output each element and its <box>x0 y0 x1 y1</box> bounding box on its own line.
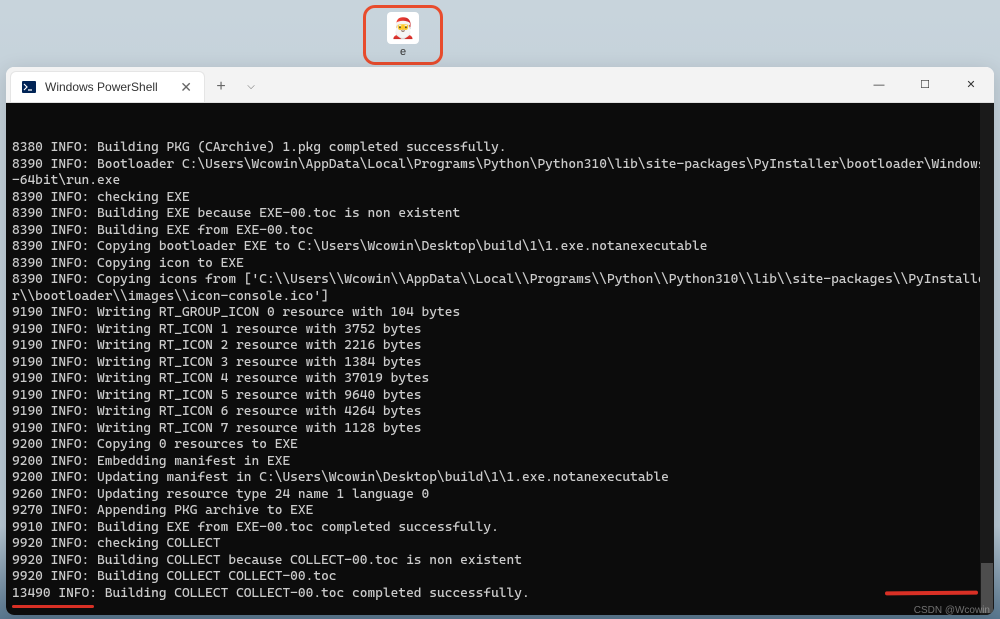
minimize-button[interactable]: — <box>856 67 902 102</box>
annotation-underline-2 <box>885 591 978 596</box>
icon-image: 🎅 <box>391 16 416 41</box>
terminal-line: 8390 INFO: Copying bootloader EXE to C:\… <box>12 239 988 256</box>
scrollbar-track[interactable] <box>980 103 994 615</box>
terminal-line: 9190 INFO: Writing RT_ICON 5 resource wi… <box>12 388 988 405</box>
tab-powershell[interactable]: Windows PowerShell ✕ <box>10 71 205 102</box>
desktop-icon-highlight: 🎅 e <box>363 5 443 65</box>
maximize-button[interactable]: ☐ <box>902 67 948 102</box>
terminal-line: 9920 INFO: Building COLLECT COLLECT-00.t… <box>12 569 988 586</box>
title-bar: Windows PowerShell ✕ + ⌵ — ☐ ✕ <box>6 67 994 103</box>
tab-close-icon[interactable]: ✕ <box>176 79 196 96</box>
terminal-line: 13490 INFO: Building COLLECT COLLECT-00.… <box>12 586 988 603</box>
terminal-line: 8390 INFO: Building EXE from EXE-00.toc <box>12 223 988 240</box>
terminal-line: 8390 INFO: Bootloader C:\Users\Wcowin\Ap… <box>12 157 988 190</box>
terminal-line: 9190 INFO: Writing RT_ICON 3 resource wi… <box>12 355 988 372</box>
terminal-line: 9200 INFO: Copying 0 resources to EXE <box>12 437 988 454</box>
terminal-content[interactable]: 8380 INFO: Building PKG (CArchive) 1.pkg… <box>6 103 994 615</box>
terminal-line: 9200 INFO: Updating manifest in C:\Users… <box>12 470 988 487</box>
annotation-underline-1 <box>12 605 94 608</box>
terminal-line: 9200 INFO: Embedding manifest in EXE <box>12 454 988 471</box>
terminal-line: 8390 INFO: Copying icon to EXE <box>12 256 988 273</box>
terminal-line: 8390 INFO: checking EXE <box>12 190 988 207</box>
new-tab-button[interactable]: + <box>205 71 237 102</box>
terminal-line: 8390 INFO: Copying icons from ['C:\\User… <box>12 272 988 305</box>
tab-title: Windows PowerShell <box>45 80 168 94</box>
terminal-line: 9270 INFO: Appending PKG archive to EXE <box>12 503 988 520</box>
terminal-line: 9920 INFO: Building COLLECT because COLL… <box>12 553 988 570</box>
terminal-line: 8380 INFO: Building PKG (CArchive) 1.pkg… <box>12 140 988 157</box>
terminal-line: 9190 INFO: Writing RT_ICON 2 resource wi… <box>12 338 988 355</box>
terminal-window: Windows PowerShell ✕ + ⌵ — ☐ ✕ 8380 INFO… <box>6 67 994 615</box>
terminal-line: 9190 INFO: Writing RT_ICON 7 resource wi… <box>12 421 988 438</box>
terminal-line: 9190 INFO: Writing RT_ICON 4 resource wi… <box>12 371 988 388</box>
terminal-line: 8390 INFO: Building EXE because EXE-00.t… <box>12 206 988 223</box>
terminal-line: 9190 INFO: Writing RT_ICON 6 resource wi… <box>12 404 988 421</box>
tab-dropdown-button[interactable]: ⌵ <box>237 71 265 102</box>
powershell-icon <box>21 79 37 95</box>
terminal-output: 8380 INFO: Building PKG (CArchive) 1.pkg… <box>12 140 988 602</box>
desktop-icon-label: e <box>400 46 406 58</box>
terminal-line: 9190 INFO: Writing RT_ICON 1 resource wi… <box>12 322 988 339</box>
terminal-line: 9920 INFO: checking COLLECT <box>12 536 988 553</box>
watermark: CSDN @Wcowin <box>914 605 990 616</box>
terminal-line: 9190 INFO: Writing RT_GROUP_ICON 0 resou… <box>12 305 988 322</box>
desktop-file-icon[interactable]: 🎅 <box>387 12 419 44</box>
terminal-line: 9910 INFO: Building EXE from EXE-00.toc … <box>12 520 988 537</box>
window-controls: — ☐ ✕ <box>856 67 994 102</box>
terminal-line: 9260 INFO: Updating resource type 24 nam… <box>12 487 988 504</box>
close-button[interactable]: ✕ <box>948 67 994 102</box>
